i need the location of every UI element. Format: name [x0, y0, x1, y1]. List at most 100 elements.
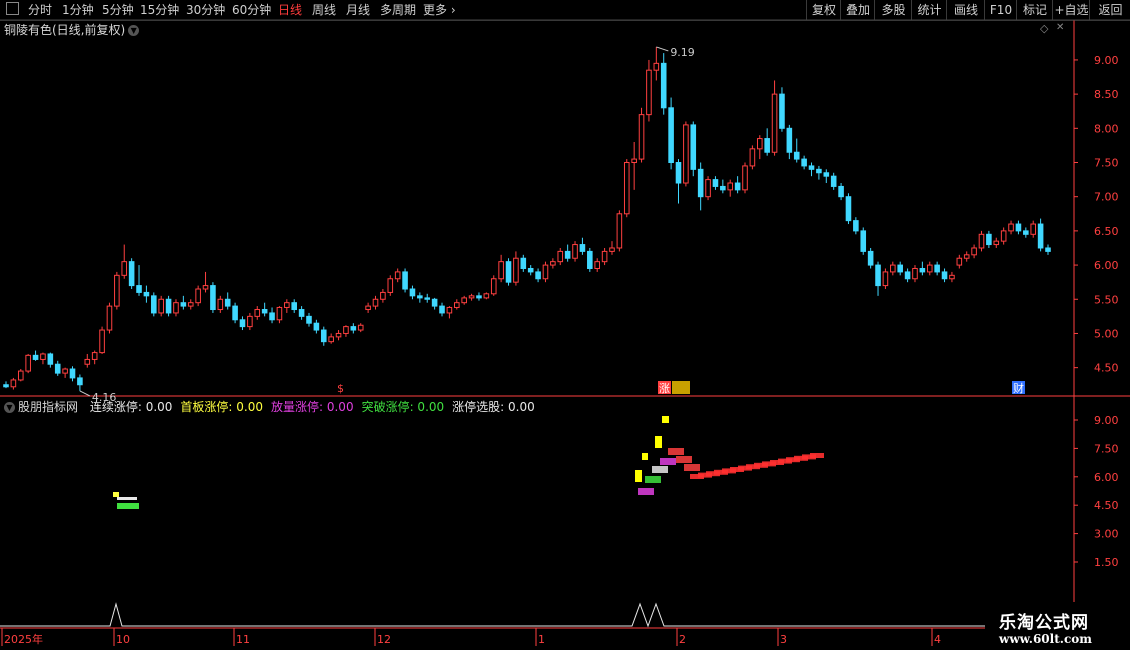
candle-body-50 — [372, 298, 379, 307]
candle-body-24 — [180, 302, 187, 307]
candle-body-81 — [601, 250, 608, 263]
candle-body-94 — [697, 168, 704, 198]
candle-body-18 — [136, 285, 142, 293]
candle-body-95 — [705, 179, 711, 198]
high-label: 9.19 — [670, 46, 695, 59]
candle-body-66 — [490, 278, 497, 295]
ind-tick-label-3: 4.50 — [1094, 499, 1119, 512]
price-tick-label-3: 7.50 — [1094, 157, 1119, 170]
candle-body-10 — [77, 377, 83, 386]
candle-body-84 — [623, 162, 630, 215]
candle-body-49 — [365, 305, 371, 311]
candle-body-107 — [793, 151, 800, 160]
candle-body-51 — [380, 291, 386, 300]
low-pointer — [79, 390, 91, 397]
signal-spike-line — [0, 602, 1074, 628]
signal-mark-1 — [117, 497, 137, 500]
event-marker-0: $ — [337, 382, 344, 395]
low-label: 4.16 — [92, 391, 117, 404]
candle-body-71 — [527, 267, 534, 273]
candle-body-74 — [550, 261, 556, 266]
candle-body-93 — [690, 124, 697, 170]
candle-body-102 — [756, 138, 763, 150]
candle-body-123 — [912, 267, 918, 280]
candle-body-135 — [1000, 230, 1007, 242]
candle-body-35 — [261, 309, 268, 314]
candle-body-92 — [683, 124, 689, 184]
ind-tick-label-2: 6.00 — [1094, 471, 1119, 484]
candle-body-139 — [1030, 223, 1037, 235]
candle-body-73 — [542, 264, 549, 280]
candle-body-33 — [247, 315, 253, 328]
candle-body-5 — [40, 353, 46, 360]
candle-body-134 — [993, 240, 1000, 246]
candle-body-72 — [535, 271, 541, 280]
candle-body-37 — [276, 306, 283, 321]
candle-body-44 — [328, 336, 334, 343]
signal-square-3 — [635, 470, 642, 482]
signal-streak-15 — [810, 453, 824, 458]
candle-body-23 — [173, 302, 179, 314]
candle-body-104 — [771, 93, 778, 153]
price-tick-label-4: 7.00 — [1094, 191, 1119, 204]
candle-body-6 — [47, 353, 54, 365]
candle-body-61 — [454, 302, 460, 308]
candle-body-38 — [284, 302, 290, 308]
candle-body-1 — [10, 379, 17, 388]
candle-body-78 — [579, 244, 586, 252]
candle-body-58 — [431, 298, 438, 307]
watermark: 乐淘公式网 www.60lt.com — [985, 602, 1130, 650]
candle-body-136 — [1008, 223, 1014, 232]
candle-body-30 — [224, 298, 231, 307]
candle-body-39 — [291, 302, 298, 311]
candle-body-86 — [638, 114, 645, 160]
candle-body-53 — [394, 271, 401, 280]
candle-body-110 — [816, 168, 822, 174]
ind-tick-label-4: 3.00 — [1094, 528, 1119, 541]
candle-body-132 — [978, 233, 985, 249]
candle-body-12 — [91, 352, 98, 360]
ind-tick-label-0: 9.00 — [1094, 414, 1119, 427]
signal-blob-1 — [645, 476, 661, 483]
candle-body-22 — [165, 298, 172, 314]
candlestick-chart[interactable]: 9.00 8.50 8.00 7.50 7.00 6.50 6.00 5.50 5.00 4.50… — [0, 0, 1130, 650]
candle-body-7 — [54, 363, 61, 374]
candle-body-68 — [505, 261, 512, 283]
candle-body-88 — [653, 62, 660, 71]
candle-body-65 — [483, 293, 490, 299]
candle-body-113 — [838, 185, 844, 198]
price-tick-label-5: 6.50 — [1094, 225, 1119, 238]
time-label-0: 2025年 — [4, 632, 43, 646]
candle-body-91 — [675, 162, 682, 184]
candle-body-47 — [350, 326, 357, 331]
candle-body-125 — [926, 264, 933, 273]
candle-body-126 — [934, 264, 940, 273]
candle-body-16 — [121, 261, 128, 276]
candle-body-77 — [572, 244, 578, 259]
candle-body-8 — [62, 368, 68, 374]
candle-body-127 — [941, 271, 948, 280]
candle-body-59 — [439, 305, 445, 314]
signal-square-0 — [662, 416, 669, 423]
candle-body-119 — [882, 271, 889, 287]
candle-body-63 — [468, 295, 475, 299]
candle-body-41 — [306, 315, 312, 324]
candle-body-112 — [830, 175, 837, 187]
candle-body-62 — [461, 297, 467, 304]
candle-body-83 — [616, 213, 623, 249]
time-label-5: 2 — [679, 633, 686, 646]
candle-body-106 — [786, 127, 793, 153]
candle-body-64 — [476, 295, 482, 299]
candle-body-85 — [631, 158, 637, 164]
candle-body-54 — [402, 271, 408, 290]
signal-blob-4 — [668, 448, 684, 455]
candle-body-138 — [1023, 230, 1029, 235]
candle-body-52 — [387, 278, 394, 293]
watermark-url: www.60lt.com — [999, 632, 1092, 646]
candle-body-3 — [25, 354, 31, 372]
candle-body-36 — [269, 312, 275, 321]
candle-body-111 — [823, 172, 830, 177]
signal-blob-0 — [638, 488, 654, 495]
candle-body-133 — [986, 233, 992, 246]
candle-body-140 — [1037, 223, 1044, 249]
